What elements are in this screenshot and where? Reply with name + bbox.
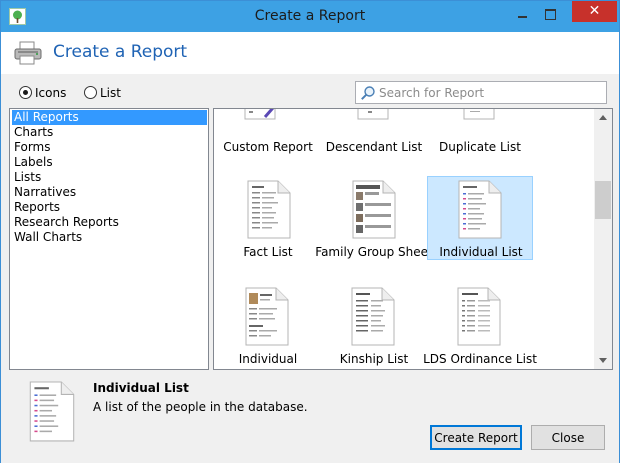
printer-icon [14, 41, 42, 65]
report-tile-lds-ordinance-list[interactable]: LDS Ordinance List [423, 283, 537, 367]
descendant-list-icon [357, 109, 389, 120]
category-item-narratives[interactable]: Narratives [12, 185, 207, 200]
close-icon: ✕ [588, 3, 601, 19]
icons-view-radio[interactable]: Icons [19, 85, 75, 101]
category-item-forms[interactable]: Forms [12, 140, 207, 155]
report-tile-individual-list[interactable]: Individual List [427, 176, 533, 260]
scroll-down-arrow-icon[interactable] [594, 352, 612, 369]
report-tile-descendant-list[interactable]: Descendant List [321, 109, 427, 154]
search-input[interactable] [379, 84, 603, 101]
report-detail-panel: Individual List A list of the people in … [1, 373, 619, 463]
selected-report-title: Individual List [93, 381, 189, 395]
report-tile-family-group-sheet[interactable]: Family Group Sheet [315, 176, 433, 260]
radio-selected-icon [19, 86, 32, 99]
create-report-dialog: Create a Report ✕ Create a Report Icons … [0, 0, 620, 463]
search-icon [361, 86, 375, 100]
category-item-labels[interactable]: Labels [12, 155, 207, 170]
search-box[interactable] [355, 81, 607, 104]
fact-list-icon [247, 180, 291, 239]
report-tile-duplicate-list[interactable]: Duplicate List [427, 109, 533, 154]
category-item-reports[interactable]: Reports [12, 200, 207, 215]
title-bar[interactable]: Create a Report ✕ [1, 1, 619, 32]
scroll-thumb[interactable] [595, 181, 611, 219]
category-item-wall-charts[interactable]: Wall Charts [12, 230, 207, 245]
minimize-button[interactable] [509, 1, 535, 25]
icons-view-label: Icons [35, 86, 67, 100]
dialog-header: Create a Report [1, 32, 619, 74]
selected-report-icon [29, 381, 75, 442]
report-tile-custom-report[interactable]: Custom Report [215, 109, 321, 154]
category-item-all-reports[interactable]: All Reports [12, 110, 207, 125]
page-title: Create a Report [53, 42, 188, 62]
report-tile-individual[interactable]: Individual [215, 283, 321, 367]
create-report-button[interactable]: Create Report [430, 425, 522, 450]
lds-ordinance-list-icon [457, 287, 501, 346]
report-tile-label: LDS Ordinance List [423, 352, 537, 366]
individual-report-icon [245, 287, 289, 346]
radio-unselected-icon [84, 86, 97, 99]
duplicate-list-icon [463, 109, 495, 120]
kinship-list-icon [351, 287, 395, 346]
report-tile-fact-list[interactable]: Fact List [215, 176, 321, 260]
close-button[interactable]: Close [531, 425, 605, 450]
individual-list-icon [458, 180, 502, 239]
report-tile-label: Duplicate List [439, 140, 521, 154]
list-view-radio[interactable]: List [84, 85, 128, 101]
report-tile-kinship-list[interactable]: Kinship List [321, 283, 427, 367]
category-item-lists[interactable]: Lists [12, 170, 207, 185]
report-grid[interactable]: Custom Report Descendant List Duplicate … [213, 108, 613, 370]
report-grid-scrollbar[interactable] [594, 109, 612, 369]
window-close-button[interactable]: ✕ [572, 1, 617, 22]
family-group-sheet-icon [352, 180, 396, 239]
category-item-research-reports[interactable]: Research Reports [12, 215, 207, 230]
scroll-up-arrow-icon[interactable] [594, 109, 612, 126]
category-item-charts[interactable]: Charts [12, 125, 207, 140]
custom-report-icon [244, 109, 276, 120]
category-list[interactable]: All Reports Charts Forms Labels Lists Na… [9, 108, 209, 370]
maximize-button[interactable] [537, 1, 563, 25]
list-view-label: List [100, 86, 121, 100]
selected-report-description: A list of the people in the database. [93, 400, 308, 414]
report-tile-label: Individual List [439, 245, 523, 259]
